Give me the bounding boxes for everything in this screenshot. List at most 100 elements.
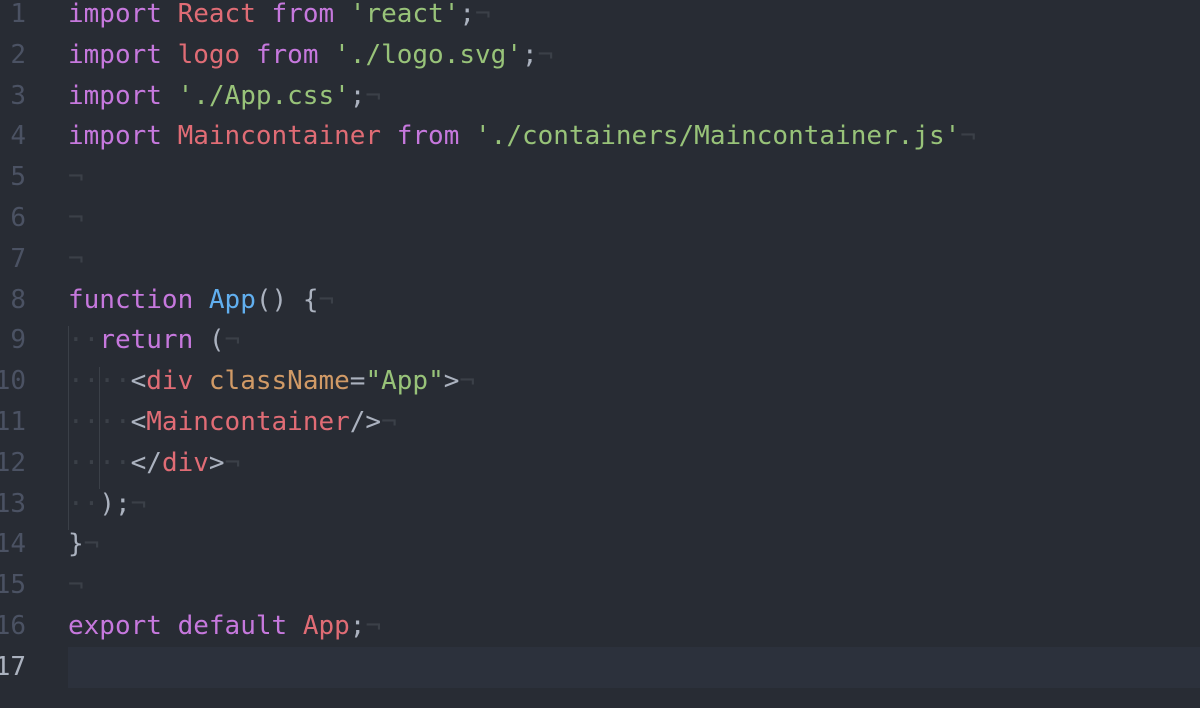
code-token: 'react' [349, 0, 460, 29]
code-token: logo [177, 39, 241, 70]
code-token: </ [130, 447, 162, 478]
code-line[interactable]: ····<Maincontainer/>¬ [68, 402, 1200, 443]
code-line[interactable]: ¬ [68, 198, 1200, 239]
code-token: from [271, 0, 335, 29]
line-number-gutter[interactable]: 1 2 3 4 5 6 7 8 9 10 11 12 13 14 15 16 17 [0, 0, 40, 708]
code-token: import [68, 39, 162, 70]
code-token: ); [99, 488, 131, 519]
eol-marker: ¬ [224, 325, 241, 356]
code-line[interactable]: ¬ [68, 239, 1200, 280]
line-number: 6 [10, 203, 26, 233]
code-line[interactable] [68, 646, 1200, 688]
code-token: ·· [68, 488, 100, 519]
eol-marker: ¬ [318, 284, 335, 315]
eol-marker: ¬ [68, 203, 84, 233]
code-token: './containers/Maincontainer.js' [475, 121, 961, 152]
eol-marker: ¬ [475, 0, 491, 29]
code-token: from [396, 121, 460, 152]
line-number: 1 [10, 0, 26, 29]
line-number: 9 [10, 325, 26, 356]
line-number: 7 [10, 243, 26, 274]
eol-marker: ¬ [68, 162, 84, 193]
line-number: 11 [0, 407, 26, 437]
code-token: export [68, 611, 162, 641]
code-token: Maincontainer [177, 121, 382, 152]
code-line[interactable]: ····<div className="App">¬ [68, 361, 1200, 402]
eol-marker: ¬ [130, 488, 147, 519]
code-token: ···· [68, 447, 131, 478]
eol-marker: ¬ [83, 529, 100, 560]
code-token: App [208, 284, 256, 315]
code-token: ···· [68, 366, 131, 397]
code-token: > [443, 366, 460, 397]
code-line[interactable]: ····</div>¬ [68, 443, 1200, 484]
code-token: from [255, 39, 319, 70]
code-token: './logo.svg' [334, 39, 522, 70]
code-token: < [130, 407, 147, 437]
code-line[interactable]: import logo from './logo.svg';¬ [68, 35, 1200, 76]
line-number: 13 [0, 488, 26, 519]
code-token: ( [193, 325, 225, 356]
code-token: return [99, 325, 194, 356]
code-line[interactable]: function App() {¬ [68, 280, 1200, 321]
code-token: ; [349, 80, 366, 111]
line-number: 17 [0, 651, 26, 682]
code-token: './App.css' [177, 80, 350, 111]
eol-marker: ¬ [365, 80, 382, 111]
code-token: import [68, 0, 162, 29]
code-token: import [68, 80, 162, 111]
line-number: 16 [0, 611, 26, 641]
eol-marker: ¬ [224, 447, 241, 478]
code-token: = [349, 366, 366, 397]
code-token: ···· [68, 407, 131, 437]
code-token: div [146, 366, 194, 397]
line-number: 4 [10, 121, 26, 152]
eol-marker: ¬ [960, 121, 976, 152]
line-number: 3 [10, 80, 26, 111]
code-token: ·· [68, 325, 100, 356]
code-line[interactable]: export default App;¬ [68, 606, 1200, 647]
eol-marker: ¬ [68, 570, 84, 601]
code-token: App [302, 611, 350, 641]
code-token: import [68, 121, 162, 152]
line-number: 2 [10, 39, 26, 70]
code-token: React [177, 0, 256, 29]
code-line[interactable]: import React from 'react';¬ [68, 0, 1200, 35]
code-editor[interactable]: 1 2 3 4 5 6 7 8 9 10 11 12 13 14 15 16 17 import React f… [0, 0, 1200, 708]
code-line[interactable]: ¬ [68, 157, 1200, 198]
code-token: ; [349, 611, 366, 641]
line-number: 10 [0, 366, 26, 397]
eol-marker: ¬ [365, 611, 382, 641]
code-token: < [130, 366, 147, 397]
code-token: } [68, 529, 84, 560]
code-line[interactable]: import Maincontainer from './containers/… [68, 116, 1200, 157]
eol-marker: ¬ [68, 243, 84, 274]
eol-marker: ¬ [459, 366, 476, 397]
code-token: default [177, 611, 288, 641]
line-number: 8 [10, 284, 26, 315]
code-line[interactable]: }¬ [68, 524, 1200, 565]
code-line[interactable]: import './App.css';¬ [68, 76, 1200, 117]
code-token: ; [521, 39, 538, 70]
code-line[interactable]: ··return (¬ [68, 320, 1200, 361]
code-token: > [208, 447, 225, 478]
code-token: () { [255, 284, 319, 315]
line-number: 5 [10, 162, 26, 193]
code-line[interactable]: ··);¬ [68, 484, 1200, 525]
code-token: Maincontainer [146, 407, 350, 437]
code-token: function [68, 284, 194, 315]
code-area[interactable]: import React from 'react';¬ import logo f… [68, 0, 1200, 708]
code-line[interactable]: ¬ [68, 565, 1200, 606]
